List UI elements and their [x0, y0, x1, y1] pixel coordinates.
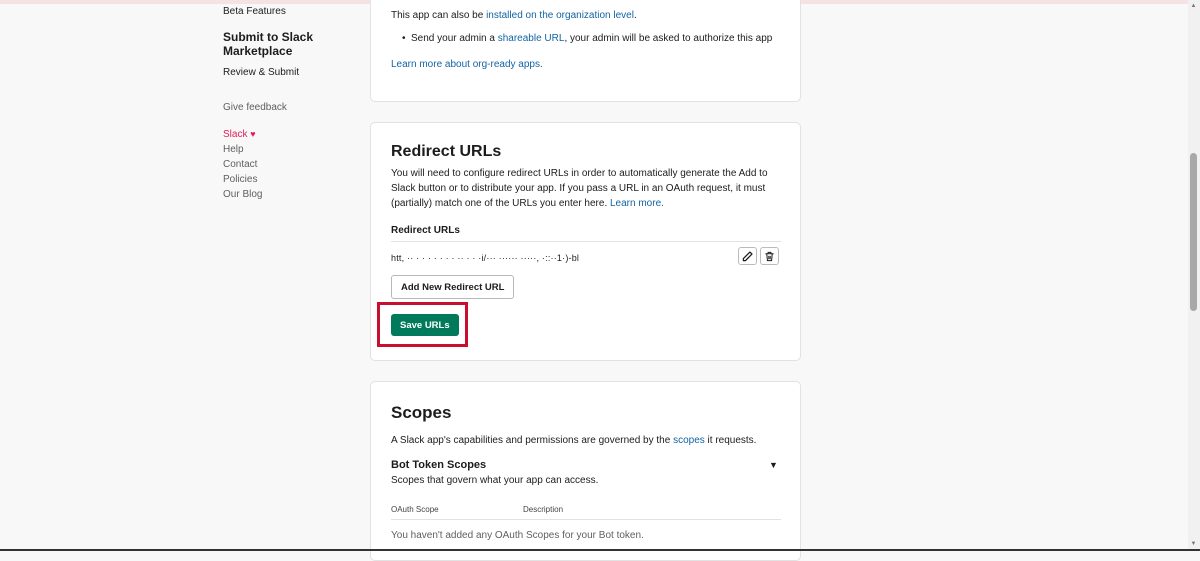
scopes-desc-suffix: it requests. — [705, 435, 757, 446]
contact-link[interactable]: Contact — [223, 159, 257, 170]
sidebar-heading-submit: Submit to Slack Marketplace — [223, 30, 343, 58]
scopes-link[interactable]: scopes — [673, 435, 705, 446]
org-ready-card: This app can also be installed on the or… — [370, 0, 801, 102]
add-new-redirect-url-button[interactable]: Add New Redirect URL — [391, 275, 514, 299]
our-blog-link[interactable]: Our Blog — [223, 189, 262, 200]
page-scrollbar[interactable]: ▲ ▼ — [1188, 0, 1200, 551]
slack-label: Slack — [223, 129, 247, 140]
policies-link[interactable]: Policies — [223, 174, 257, 185]
redirect-urls-list-label: Redirect URLs — [391, 225, 460, 236]
bot-token-scopes-description: Scopes that govern what your app can acc… — [391, 473, 598, 488]
pencil-icon — [742, 251, 753, 262]
redirect-description-text: You will need to configure redirect URLs… — [391, 168, 768, 209]
caret-down-icon[interactable]: ▼ — [769, 460, 778, 470]
bullet-suffix: , your admin will be asked to authorize … — [564, 33, 772, 44]
scopes-desc-prefix: A Slack app's capabilities and permissio… — [391, 435, 673, 446]
scopes-description: A Slack app's capabilities and permissio… — [391, 433, 756, 448]
trash-icon — [764, 251, 775, 262]
org-install-prefix: This app can also be — [391, 10, 486, 21]
org-install-suffix: . — [634, 10, 637, 21]
description-column-header: Description — [523, 505, 563, 514]
shareable-url-link[interactable]: shareable URL — [498, 33, 565, 44]
give-feedback-link[interactable]: Give feedback — [223, 102, 287, 113]
heart-icon: ♥ — [250, 129, 255, 139]
redirect-url-value: htt, ·· · · · · · · · ·· · · ·i/··· ····… — [391, 253, 579, 263]
scroll-down-arrow-icon[interactable]: ▼ — [1190, 541, 1197, 547]
help-link[interactable]: Help — [223, 144, 244, 155]
scopes-card: Scopes A Slack app's capabilities and pe… — [370, 381, 801, 561]
list-divider — [391, 241, 781, 242]
sidebar-item-beta-features[interactable]: Beta Features — [223, 6, 286, 17]
redirect-urls-description: You will need to configure redirect URLs… — [391, 166, 776, 211]
delete-url-button[interactable] — [760, 247, 779, 265]
scroll-up-arrow-icon[interactable]: ▲ — [1190, 3, 1197, 9]
redirect-urls-card: Redirect URLs You will need to configure… — [370, 122, 801, 361]
scopes-title: Scopes — [391, 403, 451, 423]
scrollbar-thumb[interactable] — [1190, 153, 1197, 311]
sidebar-item-review-submit[interactable]: Review & Submit — [223, 67, 299, 78]
slack-link[interactable]: Slack ♥ — [223, 129, 256, 140]
empty-scopes-message: You haven't added any OAuth Scopes for y… — [391, 530, 644, 541]
save-urls-button[interactable]: Save URLs — [391, 314, 459, 336]
redirect-urls-title: Redirect URLs — [391, 143, 501, 161]
shareable-url-bullet: Send your admin a shareable URL, your ad… — [411, 33, 772, 44]
org-install-link[interactable]: installed on the organization level — [486, 10, 634, 21]
org-ready-learn-more-link[interactable]: Learn more about org-ready apps. — [391, 57, 543, 72]
bot-token-scopes-heading: Bot Token Scopes — [391, 459, 486, 471]
oauth-scope-column-header: OAuth Scope — [391, 505, 439, 514]
bullet-prefix: Send your admin a — [411, 33, 498, 44]
org-install-text: This app can also be installed on the or… — [391, 8, 637, 23]
redirect-learn-more-link[interactable]: Learn more. — [610, 198, 664, 209]
edit-url-button[interactable] — [738, 247, 757, 265]
table-header-divider — [391, 519, 781, 520]
